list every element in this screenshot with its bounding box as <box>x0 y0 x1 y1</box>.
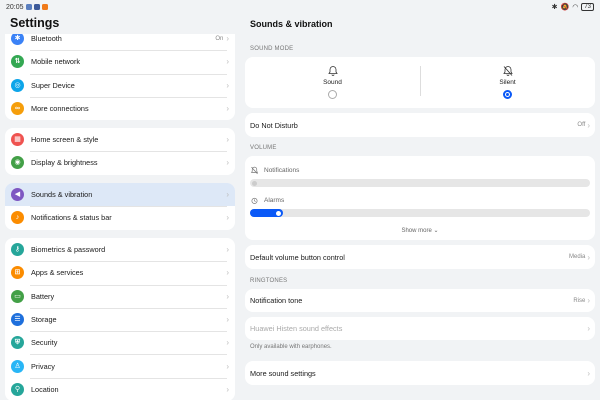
super-device-icon: ◎ <box>11 78 24 92</box>
chevron-right-icon: › <box>226 135 229 145</box>
sidebar-item-display[interactable]: ◉ Display & brightness › <box>5 151 235 174</box>
chevron-right-icon: › <box>226 361 229 371</box>
gallery-notification-icon <box>25 4 32 10</box>
chevron-right-icon: › <box>226 34 229 44</box>
signal-icon: ⇅ <box>11 55 24 69</box>
sidebar-item-home-screen[interactable]: ▦ Home screen & style › <box>5 128 235 151</box>
dnd-card[interactable]: Do Not Disturb Off › <box>245 113 595 137</box>
default-volume-card[interactable]: Default volume button control Media › <box>245 245 595 269</box>
sidebar-item-security[interactable]: ⛨ Security › <box>5 331 235 354</box>
volume-card: Notifications Alarms Show more ⌄ <box>245 156 595 240</box>
notifications-volume-label: Notifications <box>250 166 299 175</box>
chevron-right-icon: › <box>226 190 229 200</box>
sounds-panel: SOUND MODE Sound Silent Do Not Disturb O… <box>245 0 595 400</box>
sidebar-item-storage[interactable]: ☰ Storage › <box>5 307 235 331</box>
sidebar-item-sounds[interactable]: ◀ Sounds & vibration › <box>5 183 235 207</box>
silent-radio[interactable] <box>503 90 512 99</box>
alarm-clock-icon <box>251 197 258 204</box>
chevron-right-icon: › <box>226 57 229 67</box>
bell-off-icon <box>250 166 259 175</box>
privacy-icon: ♙ <box>11 359 24 373</box>
sidebar-item-apps[interactable]: ⊞ Apps & services › <box>5 261 235 284</box>
notification-tone-row[interactable]: Notification tone Rise › <box>245 289 595 312</box>
sound-mode-header: SOUND MODE <box>250 46 294 52</box>
alarms-volume-label: Alarms <box>250 196 284 205</box>
chevron-right-icon: › <box>587 324 590 333</box>
chevron-right-icon: › <box>226 268 229 278</box>
settings-group-display: ▦ Home screen & style › ◉ Display & brig… <box>5 128 235 175</box>
settings-list[interactable]: ✱ Bluetooth On › ⇅ Mobile network › ◎ Su… <box>5 34 235 400</box>
dnd-row[interactable]: Do Not Disturb Off › <box>245 113 595 137</box>
histen-row: Huawei Histen sound effects › <box>250 324 590 333</box>
settings-title: Settings <box>10 16 60 30</box>
key-icon: ⚷ <box>11 243 24 257</box>
chevron-right-icon: › <box>226 245 229 255</box>
sidebar-item-battery[interactable]: ▭ Battery › <box>5 284 235 308</box>
ringtones-header: RINGTONES <box>250 278 288 284</box>
sidebar-item-location[interactable]: ⚲ Location › <box>5 377 235 400</box>
sidebar-item-super-device[interactable]: ◎ Super Device › <box>5 73 235 97</box>
bell-off-icon <box>502 66 513 76</box>
sidebar-item-bluetooth[interactable]: ✱ Bluetooth On › <box>5 34 235 50</box>
notifications-slider-thumb[interactable] <box>251 180 257 186</box>
histen-note: Only available with earphones. <box>250 344 332 350</box>
chevron-right-icon: › <box>226 338 229 348</box>
chevron-down-icon: ⌄ <box>433 228 439 234</box>
app-notification-icon <box>33 4 40 10</box>
chevron-right-icon: › <box>587 120 590 130</box>
alarms-volume-slider[interactable] <box>250 209 590 217</box>
sound-mode-option[interactable]: Sound <box>245 57 420 105</box>
location-icon: ⚲ <box>11 382 24 396</box>
home-screen-icon: ▦ <box>11 133 24 147</box>
sidebar-item-biometrics[interactable]: ⚷ Biometrics & password › <box>5 238 235 261</box>
status-time: 20:05 <box>6 3 24 11</box>
chevron-right-icon: › <box>226 213 229 223</box>
bell-icon <box>327 66 338 76</box>
store-notification-icon <box>41 4 48 10</box>
sound-radio[interactable] <box>328 90 337 99</box>
chevron-right-icon: › <box>226 315 229 325</box>
bluetooth-icon: ✱ <box>11 34 24 46</box>
chevron-right-icon: › <box>226 158 229 168</box>
settings-group-system: ⚷ Biometrics & password › ⊞ Apps & servi… <box>5 238 235 400</box>
storage-icon: ☰ <box>11 313 24 327</box>
chevron-right-icon: › <box>226 384 229 394</box>
eye-icon: ◉ <box>11 156 24 170</box>
silent-mode-option[interactable]: Silent <box>420 57 595 105</box>
volume-header: VOLUME <box>250 145 277 151</box>
sidebar-item-more-connections[interactable]: ∞ More connections › <box>5 96 235 120</box>
more-sound-row[interactable]: More sound settings › <box>245 361 595 385</box>
sound-mode-card: Sound Silent <box>245 57 595 108</box>
notifications-volume-slider[interactable] <box>250 179 590 187</box>
histen-card: Huawei Histen sound effects › <box>245 317 595 340</box>
sidebar-item-mobile-network[interactable]: ⇅ Mobile network › <box>5 50 235 73</box>
settings-group-connectivity: ✱ Bluetooth On › ⇅ Mobile network › ◎ Su… <box>5 34 235 121</box>
bell-icon: ♪ <box>11 211 24 225</box>
sidebar-item-privacy[interactable]: ♙ Privacy › <box>5 354 235 377</box>
chevron-right-icon: › <box>226 80 229 90</box>
chevron-right-icon: › <box>226 291 229 301</box>
default-volume-row[interactable]: Default volume button control Media › <box>245 245 595 269</box>
link-icon: ∞ <box>11 102 24 116</box>
sidebar-item-notifications[interactable]: ♪ Notifications & status bar › <box>5 206 235 229</box>
chevron-right-icon: › <box>226 104 229 114</box>
chevron-right-icon: › <box>587 296 590 305</box>
notification-tone-card[interactable]: Notification tone Rise › <box>245 289 595 312</box>
settings-group-sound: ◀ Sounds & vibration › ♪ Notifications &… <box>5 183 235 230</box>
chevron-right-icon: › <box>587 368 590 378</box>
more-sound-card[interactable]: More sound settings › <box>245 361 595 385</box>
show-more-button[interactable]: Show more ⌄ <box>245 227 595 234</box>
battery-icon: ▭ <box>11 289 24 303</box>
chevron-right-icon: › <box>587 252 590 262</box>
speaker-icon: ◀ <box>11 188 24 202</box>
apps-icon: ⊞ <box>11 266 24 280</box>
alarms-slider-thumb[interactable] <box>276 210 282 216</box>
shield-icon: ⛨ <box>11 336 24 350</box>
